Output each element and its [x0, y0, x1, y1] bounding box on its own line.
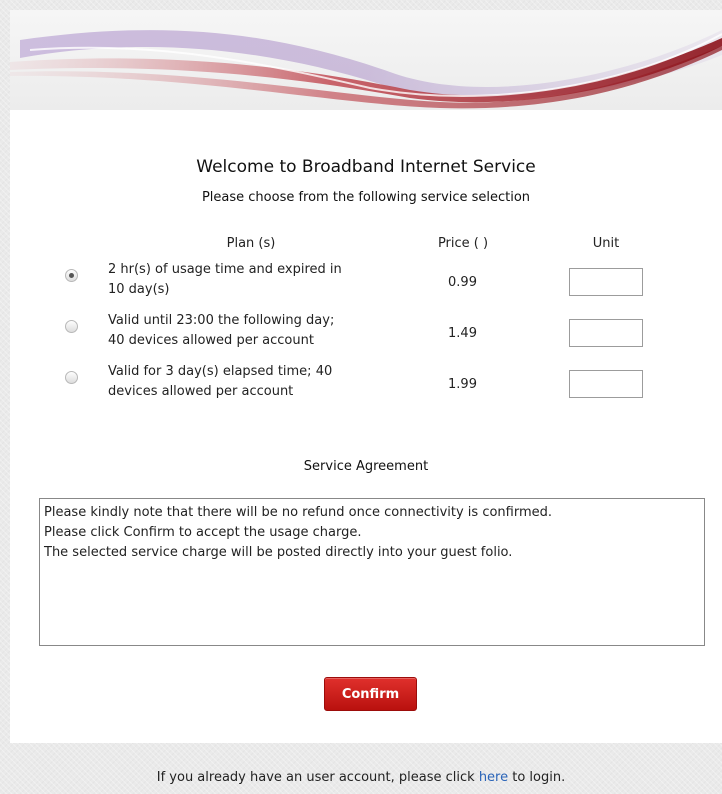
plan-radio-2[interactable] — [65, 320, 78, 333]
plan-price: 1.49 — [448, 326, 477, 341]
plan-description-line: 10 day(s) — [108, 282, 170, 297]
unit-column-header: Unit — [592, 236, 620, 251]
price-column-header: Price ( ) — [437, 236, 489, 251]
plan-radio-3[interactable] — [65, 371, 78, 384]
page-subtitle: Please choose from the following service… — [201, 190, 531, 205]
plan-description-line: devices allowed per account — [108, 384, 294, 399]
service-agreement-textbox[interactable]: Please kindly note that there will be no… — [39, 498, 705, 646]
unit-input-2[interactable] — [569, 319, 643, 347]
plan-radio-1[interactable] — [65, 269, 78, 282]
plan-description: Valid for 3 day(s) elapsed time; 40 devi… — [108, 362, 398, 402]
agreement-line: Please click Confirm to accept the usage… — [44, 525, 362, 540]
login-here-link[interactable]: here — [479, 770, 508, 785]
plan-row: Valid until 23:00 the following day; 40 … — [10, 311, 722, 355]
service-agreement-heading: Service Agreement — [303, 459, 429, 474]
login-card: Welcome to Broadband Internet Service Pl… — [10, 10, 722, 743]
plan-description-line: Valid for 3 day(s) elapsed time; 40 — [108, 364, 333, 379]
plan-row: 2 hr(s) of usage time and expired in 10 … — [10, 260, 722, 304]
plan-column-header: Plan (s) — [226, 236, 276, 251]
plan-description: 2 hr(s) of usage time and expired in 10 … — [108, 260, 398, 300]
plan-price: 1.99 — [448, 377, 477, 392]
confirm-button[interactable]: Confirm — [324, 677, 417, 711]
login-prompt-text-after: to login. — [508, 770, 566, 785]
agreement-line: The selected service charge will be post… — [44, 545, 513, 560]
plan-description-line: Valid until 23:00 the following day; — [108, 313, 335, 328]
plan-description-line: 40 devices allowed per account — [108, 333, 314, 348]
plan-description: Valid until 23:00 the following day; 40 … — [108, 311, 398, 351]
plan-description-line: 2 hr(s) of usage time and expired in — [108, 262, 342, 277]
login-prompt: If you already have an user account, ple… — [0, 770, 722, 785]
page-title: Welcome to Broadband Internet Service — [196, 157, 536, 177]
plan-row: Valid for 3 day(s) elapsed time; 40 devi… — [10, 362, 722, 406]
agreement-line: Please kindly note that there will be no… — [44, 505, 553, 520]
login-prompt-text-before: If you already have an user account, ple… — [156, 770, 479, 785]
unit-input-1[interactable] — [569, 268, 643, 296]
unit-input-3[interactable] — [569, 370, 643, 398]
banner-swoosh-graphic — [10, 10, 722, 110]
plan-price: 0.99 — [448, 275, 477, 290]
